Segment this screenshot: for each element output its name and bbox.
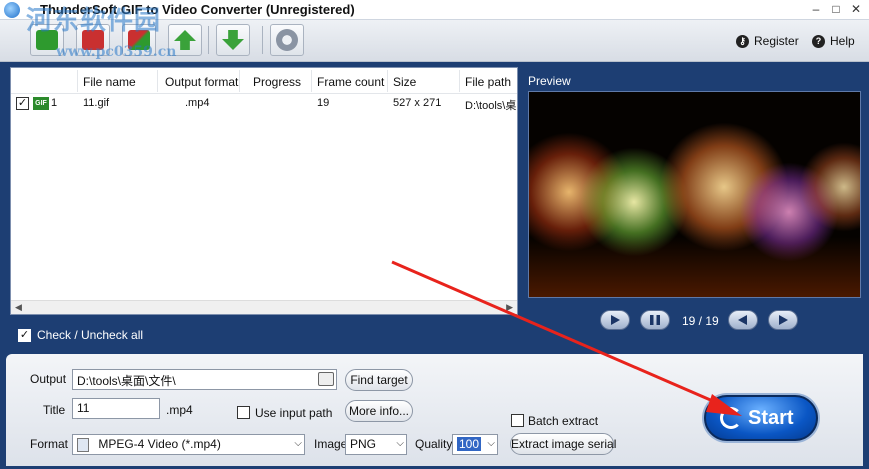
- title-extension: .mp4: [166, 403, 193, 417]
- gif-file-icon: GIF: [33, 97, 49, 110]
- maximize-icon[interactable]: □: [828, 2, 844, 17]
- column-divider: [157, 70, 158, 92]
- format-label: Format: [30, 437, 69, 451]
- column-file-path[interactable]: File path: [465, 75, 511, 89]
- check-all-toggle[interactable]: ✓ Check / Uncheck all: [18, 328, 143, 342]
- batch-extract-checkbox[interactable]: [511, 414, 524, 427]
- row-file-name: 11.gif: [83, 97, 110, 109]
- check-all-checkbox[interactable]: ✓: [18, 328, 31, 342]
- image-format-value: PNG: [350, 437, 377, 451]
- find-target-button[interactable]: Find target: [345, 369, 413, 391]
- more-info-button[interactable]: More info...: [345, 400, 413, 422]
- move-down-button[interactable]: [216, 24, 250, 56]
- title-label: Title: [43, 403, 66, 417]
- quality-select[interactable]: 100 ⌵: [452, 434, 498, 455]
- main-area: File name Output format Progress Frame c…: [0, 62, 869, 352]
- row-size: 527 x 271: [393, 97, 442, 109]
- output-path-field[interactable]: D:\tools\桌面\文件\: [72, 369, 337, 390]
- preview-label: Preview: [528, 74, 571, 88]
- column-divider: [459, 70, 460, 92]
- column-divider: [239, 70, 240, 92]
- row-index: 1: [51, 97, 58, 109]
- watermark-url: www.pc0359.cn: [56, 44, 177, 60]
- close-icon[interactable]: ✕: [848, 2, 864, 17]
- use-input-path-checkbox[interactable]: [237, 406, 250, 419]
- register-link[interactable]: ⚷ Register: [736, 34, 799, 48]
- watermark-text: 河东软件园: [26, 6, 162, 36]
- arrow-down-icon: [222, 30, 244, 50]
- minimize-icon[interactable]: –: [808, 2, 824, 17]
- horizontal-scrollbar[interactable]: ◀ ▶: [11, 300, 517, 314]
- settings-button[interactable]: [270, 24, 304, 56]
- quality-label: Quality: [415, 437, 453, 451]
- row-frame-count: 19: [317, 97, 330, 109]
- batch-extract-label: Batch extract: [528, 414, 599, 428]
- firework-glow: [529, 237, 860, 297]
- folder-icon[interactable]: [318, 372, 334, 386]
- quality-value: 100: [457, 437, 482, 451]
- image-label: Image: [314, 437, 348, 451]
- column-divider: [387, 70, 388, 92]
- pause-button[interactable]: [640, 310, 670, 330]
- key-icon: ⚷: [736, 34, 749, 48]
- skip-forward-icon: [779, 315, 788, 325]
- skip-back-icon: [738, 315, 748, 325]
- toolbar-divider: [262, 26, 263, 54]
- use-input-path-label: Use input path: [255, 406, 333, 420]
- play-button[interactable]: [600, 310, 630, 330]
- file-list[interactable]: File name Output format Progress Frame c…: [10, 67, 518, 315]
- format-value: MPEG-4 Video (*.mp4): [98, 437, 221, 451]
- row-checkbox[interactable]: ✓: [16, 97, 29, 110]
- app-logo-icon: [4, 2, 20, 18]
- start-label: Start: [748, 406, 794, 429]
- image-format-select[interactable]: PNG ⌵: [345, 434, 407, 455]
- preview-image: [528, 91, 861, 298]
- row-output-format: .mp4: [185, 97, 210, 109]
- extract-image-serial-button[interactable]: Extract image serial: [510, 433, 616, 455]
- column-divider: [311, 70, 312, 92]
- toolbar-divider: [208, 26, 209, 54]
- arrow-up-icon: [174, 30, 196, 50]
- output-path-value: D:\tools\桌面\文件\: [77, 374, 176, 388]
- pause-icon: [650, 315, 660, 325]
- row-file-path: D:\tools\桌: [465, 100, 517, 112]
- check-all-label: Check / Uncheck all: [37, 328, 144, 342]
- title-field[interactable]: 11: [72, 398, 160, 419]
- mp4-file-icon: [77, 437, 89, 452]
- start-icon: [720, 407, 742, 429]
- table-row[interactable]: ✓ GIF 1 11.gif .mp4 19 527 x 271 D:\tool…: [11, 94, 517, 114]
- scroll-left-icon[interactable]: ◀: [15, 302, 22, 313]
- column-output-format[interactable]: Output format: [165, 75, 238, 89]
- gear-icon: [276, 29, 298, 51]
- help-link[interactable]: ? Help: [812, 34, 855, 48]
- output-label: Output: [30, 372, 67, 386]
- last-frame-button[interactable]: [768, 310, 798, 330]
- column-divider: [77, 70, 78, 92]
- chevron-down-icon: ⌵: [396, 438, 404, 449]
- frame-counter: 19 / 19: [682, 314, 719, 328]
- chevron-down-icon: ⌵: [294, 438, 302, 449]
- scroll-right-icon[interactable]: ▶: [506, 302, 513, 313]
- column-file-name[interactable]: File name: [83, 75, 136, 89]
- column-progress[interactable]: Progress: [253, 75, 301, 89]
- chevron-down-icon: ⌵: [487, 438, 495, 449]
- column-frame-count[interactable]: Frame count: [317, 75, 384, 89]
- first-frame-button[interactable]: [728, 310, 758, 330]
- help-icon: ?: [812, 34, 825, 48]
- file-list-header: File name Output format Progress Frame c…: [11, 68, 517, 94]
- start-button[interactable]: Start: [704, 395, 818, 441]
- help-label: Help: [830, 34, 855, 48]
- play-icon: [611, 315, 620, 325]
- register-label: Register: [754, 34, 799, 48]
- format-select[interactable]: MPEG-4 Video (*.mp4) ⌵: [72, 434, 305, 455]
- column-size[interactable]: Size: [393, 75, 416, 89]
